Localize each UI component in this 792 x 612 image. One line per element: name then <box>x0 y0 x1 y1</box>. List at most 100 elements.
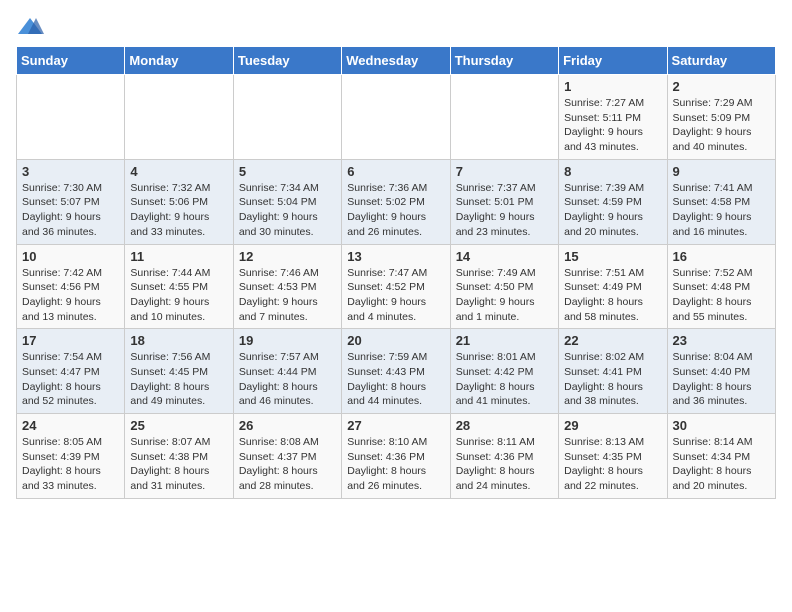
calendar-cell: 26Sunrise: 8:08 AM Sunset: 4:37 PM Dayli… <box>233 414 341 499</box>
calendar-cell: 29Sunrise: 8:13 AM Sunset: 4:35 PM Dayli… <box>559 414 667 499</box>
calendar-cell <box>233 75 341 160</box>
day-info: Sunrise: 7:41 AM Sunset: 4:58 PM Dayligh… <box>673 181 770 240</box>
day-info: Sunrise: 8:02 AM Sunset: 4:41 PM Dayligh… <box>564 350 661 409</box>
day-number: 18 <box>130 333 227 348</box>
calendar-header-sunday: Sunday <box>17 47 125 75</box>
day-info: Sunrise: 7:56 AM Sunset: 4:45 PM Dayligh… <box>130 350 227 409</box>
day-number: 27 <box>347 418 444 433</box>
calendar-week-1: 3Sunrise: 7:30 AM Sunset: 5:07 PM Daylig… <box>17 159 776 244</box>
day-info: Sunrise: 8:04 AM Sunset: 4:40 PM Dayligh… <box>673 350 770 409</box>
calendar-cell: 15Sunrise: 7:51 AM Sunset: 4:49 PM Dayli… <box>559 244 667 329</box>
calendar-header-thursday: Thursday <box>450 47 558 75</box>
day-info: Sunrise: 7:57 AM Sunset: 4:44 PM Dayligh… <box>239 350 336 409</box>
day-info: Sunrise: 7:34 AM Sunset: 5:04 PM Dayligh… <box>239 181 336 240</box>
calendar-header-monday: Monday <box>125 47 233 75</box>
day-number: 25 <box>130 418 227 433</box>
calendar-cell <box>450 75 558 160</box>
calendar-cell: 5 Sunrise: 7:34 AM Sunset: 5:04 PM Daylig… <box>233 159 341 244</box>
day-info: Sunrise: 7:32 AM Sunset: 5:06 PM Dayligh… <box>130 181 227 240</box>
calendar-header-tuesday: Tuesday <box>233 47 341 75</box>
calendar-cell: 13 Sunrise: 7:47 AM Sunset: 4:52 PM Dayli… <box>342 244 450 329</box>
day-info: Sunrise: 7:44 AM Sunset: 4:55 PM Dayligh… <box>130 266 227 325</box>
day-info: Sunrise: 7:36 AM Sunset: 5:02 PM Dayligh… <box>347 181 444 240</box>
logo-icon <box>16 16 44 38</box>
day-number: 22 <box>564 333 661 348</box>
day-number: 21 <box>456 333 553 348</box>
calendar-cell <box>342 75 450 160</box>
calendar-cell: 17 Sunrise: 7:54 AM Sunset: 4:47 PM Dayli… <box>17 329 125 414</box>
day-info: Sunrise: 7:29 AM Sunset: 5:09 PM Dayligh… <box>673 96 770 155</box>
calendar-cell: 11 Sunrise: 7:44 AM Sunset: 4:55 PM Dayli… <box>125 244 233 329</box>
calendar-cell <box>125 75 233 160</box>
day-info: Sunrise: 7:46 AM Sunset: 4:53 PM Dayligh… <box>239 266 336 325</box>
day-info: Sunrise: 8:14 AM Sunset: 4:34 PM Dayligh… <box>673 435 770 494</box>
day-info: Sunrise: 8:08 AM Sunset: 4:37 PM Dayligh… <box>239 435 336 494</box>
day-number: 30 <box>673 418 770 433</box>
day-number: 13 <box>347 249 444 264</box>
day-number: 4 <box>130 164 227 179</box>
calendar-cell: 8Sunrise: 7:39 AM Sunset: 4:59 PM Daylig… <box>559 159 667 244</box>
calendar-week-3: 17 Sunrise: 7:54 AM Sunset: 4:47 PM Dayli… <box>17 329 776 414</box>
page: SundayMondayTuesdayWednesdayThursdayFrid… <box>0 0 792 515</box>
day-info: Sunrise: 8:01 AM Sunset: 4:42 PM Dayligh… <box>456 350 553 409</box>
calendar-week-2: 10 Sunrise: 7:42 AM Sunset: 4:56 PM Dayli… <box>17 244 776 329</box>
day-number: 11 <box>130 249 227 264</box>
calendar-cell: 2 Sunrise: 7:29 AM Sunset: 5:09 PM Daylig… <box>667 75 775 160</box>
day-info: Sunrise: 8:07 AM Sunset: 4:38 PM Dayligh… <box>130 435 227 494</box>
calendar: SundayMondayTuesdayWednesdayThursdayFrid… <box>16 46 776 499</box>
calendar-cell: 19 Sunrise: 7:57 AM Sunset: 4:44 PM Dayli… <box>233 329 341 414</box>
calendar-cell: 6 Sunrise: 7:36 AM Sunset: 5:02 PM Daylig… <box>342 159 450 244</box>
day-number: 3 <box>22 164 119 179</box>
day-info: Sunrise: 7:49 AM Sunset: 4:50 PM Dayligh… <box>456 266 553 325</box>
calendar-header-wednesday: Wednesday <box>342 47 450 75</box>
calendar-cell <box>17 75 125 160</box>
day-number: 1 <box>564 79 661 94</box>
calendar-cell: 12 Sunrise: 7:46 AM Sunset: 4:53 PM Dayli… <box>233 244 341 329</box>
day-info: Sunrise: 7:59 AM Sunset: 4:43 PM Dayligh… <box>347 350 444 409</box>
day-info: Sunrise: 7:47 AM Sunset: 4:52 PM Dayligh… <box>347 266 444 325</box>
calendar-cell: 1 Sunrise: 7:27 AM Sunset: 5:11 PM Daylig… <box>559 75 667 160</box>
calendar-cell: 28 Sunrise: 8:11 AM Sunset: 4:36 PM Dayli… <box>450 414 558 499</box>
day-number: 12 <box>239 249 336 264</box>
calendar-cell: 3Sunrise: 7:30 AM Sunset: 5:07 PM Daylig… <box>17 159 125 244</box>
calendar-cell: 7 Sunrise: 7:37 AM Sunset: 5:01 PM Daylig… <box>450 159 558 244</box>
calendar-cell: 14 Sunrise: 7:49 AM Sunset: 4:50 PM Dayli… <box>450 244 558 329</box>
day-info: Sunrise: 7:42 AM Sunset: 4:56 PM Dayligh… <box>22 266 119 325</box>
calendar-header-saturday: Saturday <box>667 47 775 75</box>
calendar-header-row: SundayMondayTuesdayWednesdayThursdayFrid… <box>17 47 776 75</box>
day-info: Sunrise: 7:27 AM Sunset: 5:11 PM Dayligh… <box>564 96 661 155</box>
day-number: 16 <box>673 249 770 264</box>
day-number: 19 <box>239 333 336 348</box>
calendar-cell: 27Sunrise: 8:10 AM Sunset: 4:36 PM Dayli… <box>342 414 450 499</box>
day-info: Sunrise: 8:11 AM Sunset: 4:36 PM Dayligh… <box>456 435 553 494</box>
day-number: 20 <box>347 333 444 348</box>
calendar-week-0: 1 Sunrise: 7:27 AM Sunset: 5:11 PM Daylig… <box>17 75 776 160</box>
day-number: 28 <box>456 418 553 433</box>
calendar-cell: 20 Sunrise: 7:59 AM Sunset: 4:43 PM Dayli… <box>342 329 450 414</box>
calendar-body: 1 Sunrise: 7:27 AM Sunset: 5:11 PM Daylig… <box>17 75 776 499</box>
day-number: 6 <box>347 164 444 179</box>
day-number: 5 <box>239 164 336 179</box>
day-number: 10 <box>22 249 119 264</box>
day-number: 23 <box>673 333 770 348</box>
day-number: 9 <box>673 164 770 179</box>
calendar-cell: 24Sunrise: 8:05 AM Sunset: 4:39 PM Dayli… <box>17 414 125 499</box>
calendar-header-friday: Friday <box>559 47 667 75</box>
day-info: Sunrise: 7:51 AM Sunset: 4:49 PM Dayligh… <box>564 266 661 325</box>
calendar-cell: 10 Sunrise: 7:42 AM Sunset: 4:56 PM Dayli… <box>17 244 125 329</box>
day-info: Sunrise: 7:54 AM Sunset: 4:47 PM Dayligh… <box>22 350 119 409</box>
day-number: 2 <box>673 79 770 94</box>
calendar-cell: 21 Sunrise: 8:01 AM Sunset: 4:42 PM Dayli… <box>450 329 558 414</box>
logo <box>16 16 44 38</box>
calendar-cell: 4 Sunrise: 7:32 AM Sunset: 5:06 PM Daylig… <box>125 159 233 244</box>
calendar-cell: 18 Sunrise: 7:56 AM Sunset: 4:45 PM Dayli… <box>125 329 233 414</box>
day-info: Sunrise: 7:39 AM Sunset: 4:59 PM Dayligh… <box>564 181 661 240</box>
day-info: Sunrise: 8:13 AM Sunset: 4:35 PM Dayligh… <box>564 435 661 494</box>
calendar-cell: 23 Sunrise: 8:04 AM Sunset: 4:40 PM Dayli… <box>667 329 775 414</box>
day-info: Sunrise: 7:37 AM Sunset: 5:01 PM Dayligh… <box>456 181 553 240</box>
day-number: 14 <box>456 249 553 264</box>
day-number: 17 <box>22 333 119 348</box>
day-number: 7 <box>456 164 553 179</box>
day-info: Sunrise: 8:05 AM Sunset: 4:39 PM Dayligh… <box>22 435 119 494</box>
calendar-cell: 25 Sunrise: 8:07 AM Sunset: 4:38 PM Dayli… <box>125 414 233 499</box>
